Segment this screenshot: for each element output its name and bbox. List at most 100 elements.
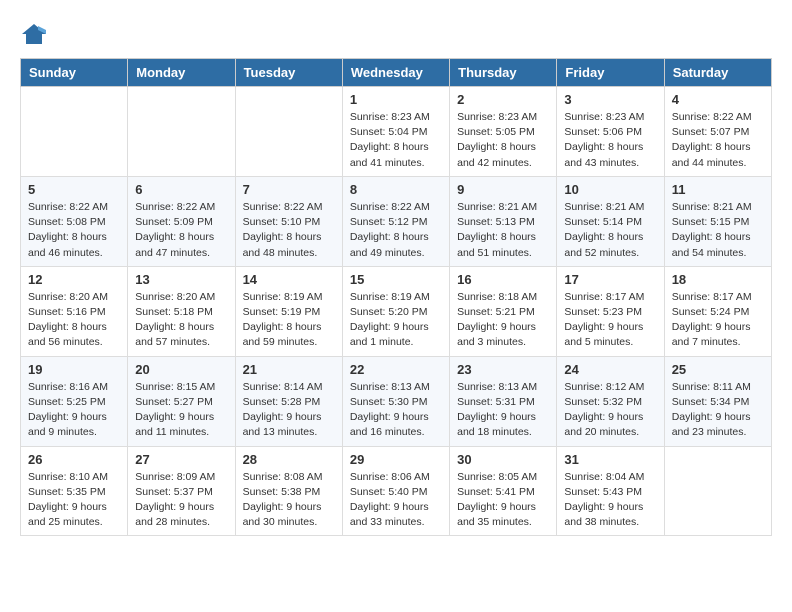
day-info: Sunrise: 8:22 AM Sunset: 5:07 PM Dayligh… [672, 110, 764, 171]
day-number: 9 [457, 182, 549, 197]
day-number: 31 [564, 452, 656, 467]
calendar-cell: 18Sunrise: 8:17 AM Sunset: 5:24 PM Dayli… [664, 266, 771, 356]
calendar-week-row: 19Sunrise: 8:16 AM Sunset: 5:25 PM Dayli… [21, 356, 772, 446]
day-info: Sunrise: 8:19 AM Sunset: 5:20 PM Dayligh… [350, 290, 442, 351]
calendar-cell: 29Sunrise: 8:06 AM Sunset: 5:40 PM Dayli… [342, 446, 449, 536]
calendar-week-row: 12 Sunrise: 8:20 AM Sunset: 5:16 PM Dayli… [21, 266, 772, 356]
weekday-header-wednesday: Wednesday [342, 59, 449, 87]
weekday-header-sunday: Sunday [21, 59, 128, 87]
calendar-cell: 14 Sunrise: 8:19 AM Sunset: 5:19 PM Dayli… [235, 266, 342, 356]
logo-icon [20, 20, 48, 48]
day-number: 8 [350, 182, 442, 197]
day-info: Sunrise: 8:22 AM Sunset: 5:10 PM Dayligh… [243, 200, 335, 261]
day-info: Sunrise: 8:16 AM Sunset: 5:25 PM Dayligh… [28, 380, 120, 441]
day-number: 7 [243, 182, 335, 197]
page-header [20, 20, 772, 48]
day-info: Sunrise: 8:17 AM Sunset: 5:24 PM Dayligh… [672, 290, 764, 351]
day-info: Sunrise: 8:10 AM Sunset: 5:35 PM Dayligh… [28, 470, 120, 531]
logo [20, 20, 52, 48]
calendar-cell: 20 Sunrise: 8:15 AM Sunset: 5:27 PM Dayli… [128, 356, 235, 446]
day-number: 10 [564, 182, 656, 197]
calendar-cell: 16Sunrise: 8:18 AM Sunset: 5:21 PM Dayli… [450, 266, 557, 356]
day-number: 11 [672, 182, 764, 197]
calendar-cell [128, 87, 235, 177]
day-info: Sunrise: 8:23 AM Sunset: 5:05 PM Dayligh… [457, 110, 549, 171]
day-number: 15 [350, 272, 442, 287]
day-number: 12 [28, 272, 120, 287]
day-info: Sunrise: 8:14 AM Sunset: 5:28 PM Dayligh… [243, 380, 335, 441]
calendar-cell: 12 Sunrise: 8:20 AM Sunset: 5:16 PM Dayli… [21, 266, 128, 356]
calendar-cell: 30Sunrise: 8:05 AM Sunset: 5:41 PM Dayli… [450, 446, 557, 536]
day-number: 21 [243, 362, 335, 377]
day-info: Sunrise: 8:17 AM Sunset: 5:23 PM Dayligh… [564, 290, 656, 351]
day-info: Sunrise: 8:13 AM Sunset: 5:31 PM Dayligh… [457, 380, 549, 441]
calendar-cell: 11 Sunrise: 8:21 AM Sunset: 5:15 PM Dayli… [664, 176, 771, 266]
weekday-header-thursday: Thursday [450, 59, 557, 87]
day-number: 17 [564, 272, 656, 287]
day-info: Sunrise: 8:23 AM Sunset: 5:06 PM Dayligh… [564, 110, 656, 171]
calendar-cell: 7 Sunrise: 8:22 AM Sunset: 5:10 PM Daylig… [235, 176, 342, 266]
calendar-cell: 19Sunrise: 8:16 AM Sunset: 5:25 PM Dayli… [21, 356, 128, 446]
calendar-header-row: SundayMondayTuesdayWednesdayThursdayFrid… [21, 59, 772, 87]
calendar-cell: 9 Sunrise: 8:21 AM Sunset: 5:13 PM Daylig… [450, 176, 557, 266]
calendar-cell: 15 Sunrise: 8:19 AM Sunset: 5:20 PM Dayli… [342, 266, 449, 356]
day-info: Sunrise: 8:08 AM Sunset: 5:38 PM Dayligh… [243, 470, 335, 531]
day-info: Sunrise: 8:11 AM Sunset: 5:34 PM Dayligh… [672, 380, 764, 441]
calendar-cell [235, 87, 342, 177]
day-number: 28 [243, 452, 335, 467]
day-info: Sunrise: 8:21 AM Sunset: 5:14 PM Dayligh… [564, 200, 656, 261]
day-info: Sunrise: 8:20 AM Sunset: 5:16 PM Dayligh… [28, 290, 120, 351]
day-info: Sunrise: 8:15 AM Sunset: 5:27 PM Dayligh… [135, 380, 227, 441]
day-number: 30 [457, 452, 549, 467]
calendar-cell: 17 Sunrise: 8:17 AM Sunset: 5:23 PM Dayli… [557, 266, 664, 356]
day-number: 14 [243, 272, 335, 287]
day-number: 26 [28, 452, 120, 467]
day-number: 6 [135, 182, 227, 197]
calendar-table: SundayMondayTuesdayWednesdayThursdayFrid… [20, 58, 772, 536]
day-number: 5 [28, 182, 120, 197]
calendar-week-row: 26 Sunrise: 8:10 AM Sunset: 5:35 PM Dayli… [21, 446, 772, 536]
day-number: 3 [564, 92, 656, 107]
calendar-cell: 27Sunrise: 8:09 AM Sunset: 5:37 PM Dayli… [128, 446, 235, 536]
calendar-cell: 3 Sunrise: 8:23 AM Sunset: 5:06 PM Daylig… [557, 87, 664, 177]
calendar-cell: 24Sunrise: 8:12 AM Sunset: 5:32 PM Dayli… [557, 356, 664, 446]
calendar-cell: 10 Sunrise: 8:21 AM Sunset: 5:14 PM Dayli… [557, 176, 664, 266]
day-number: 25 [672, 362, 764, 377]
day-info: Sunrise: 8:22 AM Sunset: 5:09 PM Dayligh… [135, 200, 227, 261]
day-info: Sunrise: 8:21 AM Sunset: 5:15 PM Dayligh… [672, 200, 764, 261]
weekday-header-monday: Monday [128, 59, 235, 87]
calendar-cell: 6 Sunrise: 8:22 AM Sunset: 5:09 PM Daylig… [128, 176, 235, 266]
calendar-cell: 26 Sunrise: 8:10 AM Sunset: 5:35 PM Dayli… [21, 446, 128, 536]
calendar-cell: 13 Sunrise: 8:20 AM Sunset: 5:18 PM Dayli… [128, 266, 235, 356]
calendar-week-row: 5 Sunrise: 8:22 AM Sunset: 5:08 PM Daylig… [21, 176, 772, 266]
calendar-cell: 5 Sunrise: 8:22 AM Sunset: 5:08 PM Daylig… [21, 176, 128, 266]
calendar-cell: 4 Sunrise: 8:22 AM Sunset: 5:07 PM Daylig… [664, 87, 771, 177]
day-info: Sunrise: 8:13 AM Sunset: 5:30 PM Dayligh… [350, 380, 442, 441]
day-info: Sunrise: 8:12 AM Sunset: 5:32 PM Dayligh… [564, 380, 656, 441]
calendar-cell: 28 Sunrise: 8:08 AM Sunset: 5:38 PM Dayli… [235, 446, 342, 536]
day-info: Sunrise: 8:06 AM Sunset: 5:40 PM Dayligh… [350, 470, 442, 531]
day-number: 13 [135, 272, 227, 287]
calendar-week-row: 1Sunrise: 8:23 AM Sunset: 5:04 PM Daylig… [21, 87, 772, 177]
day-info: Sunrise: 8:19 AM Sunset: 5:19 PM Dayligh… [243, 290, 335, 351]
day-info: Sunrise: 8:21 AM Sunset: 5:13 PM Dayligh… [457, 200, 549, 261]
day-number: 4 [672, 92, 764, 107]
weekday-header-tuesday: Tuesday [235, 59, 342, 87]
day-info: Sunrise: 8:23 AM Sunset: 5:04 PM Dayligh… [350, 110, 442, 171]
weekday-header-friday: Friday [557, 59, 664, 87]
day-number: 2 [457, 92, 549, 107]
calendar-cell: 23 Sunrise: 8:13 AM Sunset: 5:31 PM Dayli… [450, 356, 557, 446]
calendar-cell: 25 Sunrise: 8:11 AM Sunset: 5:34 PM Dayli… [664, 356, 771, 446]
weekday-header-saturday: Saturday [664, 59, 771, 87]
day-number: 20 [135, 362, 227, 377]
calendar-cell: 8 Sunrise: 8:22 AM Sunset: 5:12 PM Daylig… [342, 176, 449, 266]
day-number: 22 [350, 362, 442, 377]
calendar-cell: 31Sunrise: 8:04 AM Sunset: 5:43 PM Dayli… [557, 446, 664, 536]
day-info: Sunrise: 8:09 AM Sunset: 5:37 PM Dayligh… [135, 470, 227, 531]
calendar-cell: 1Sunrise: 8:23 AM Sunset: 5:04 PM Daylig… [342, 87, 449, 177]
day-info: Sunrise: 8:22 AM Sunset: 5:12 PM Dayligh… [350, 200, 442, 261]
calendar-cell [664, 446, 771, 536]
day-info: Sunrise: 8:22 AM Sunset: 5:08 PM Dayligh… [28, 200, 120, 261]
day-info: Sunrise: 8:20 AM Sunset: 5:18 PM Dayligh… [135, 290, 227, 351]
day-number: 23 [457, 362, 549, 377]
